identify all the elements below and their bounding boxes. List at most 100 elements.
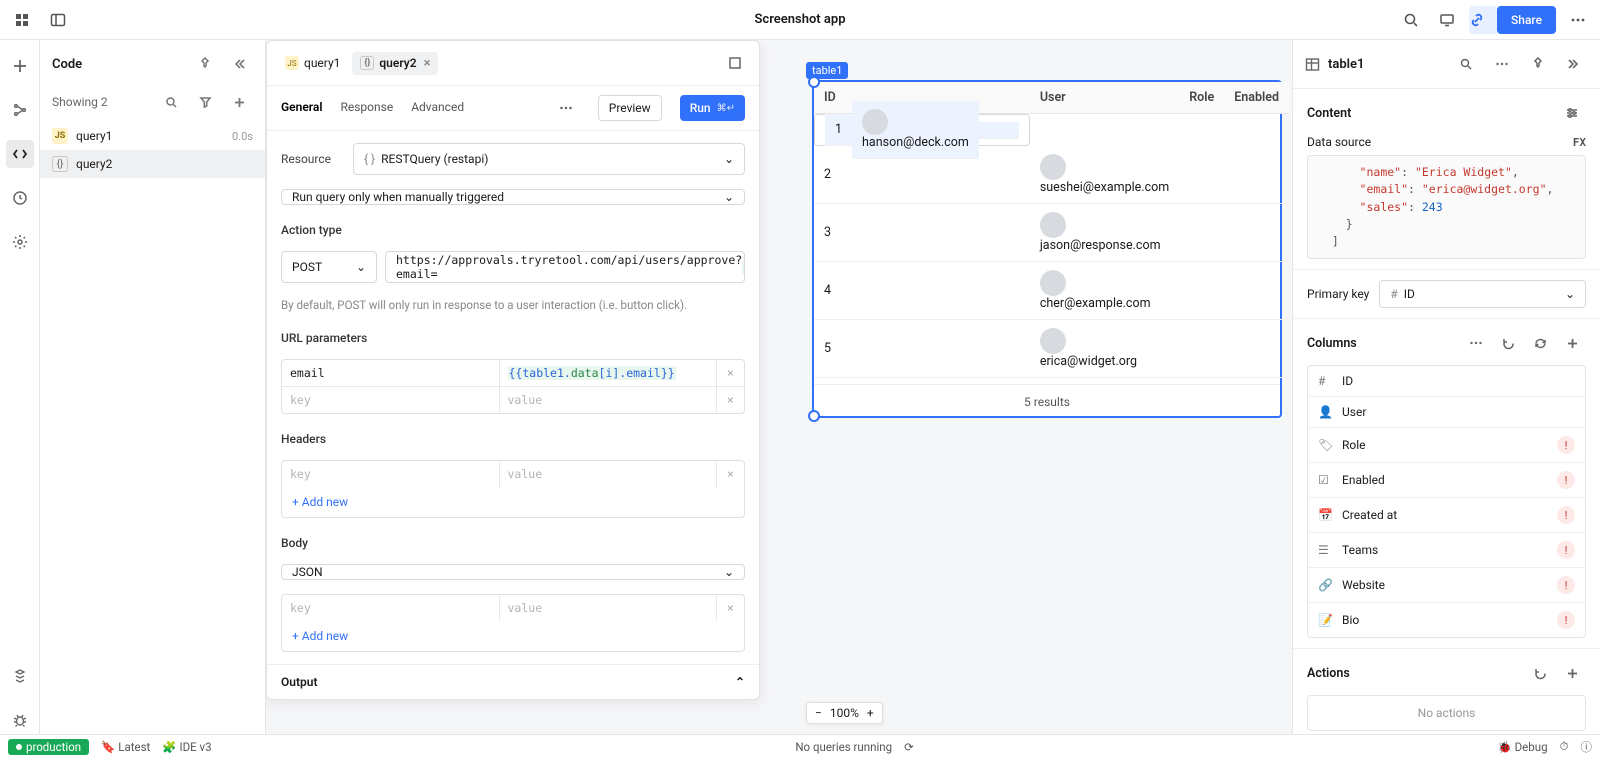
data-source-label: Data source xyxy=(1307,135,1371,149)
subtab-advanced[interactable]: Advanced xyxy=(411,100,464,116)
content-settings-icon[interactable] xyxy=(1558,99,1586,127)
present-icon[interactable] xyxy=(1433,6,1461,34)
subtab-response[interactable]: Response xyxy=(340,100,393,116)
add-query-icon[interactable] xyxy=(225,88,253,116)
calendar-icon: 📅 xyxy=(1318,508,1332,522)
search-queries-icon[interactable] xyxy=(157,88,185,116)
table-row[interactable]: 1hanson@deck.com xyxy=(814,114,1030,146)
table-row[interactable]: 4cher@example.com xyxy=(814,262,1289,320)
code-item-query2[interactable]: {}query2 xyxy=(40,150,265,178)
release-selector[interactable]: 🔖 Latest xyxy=(101,740,150,754)
more-inspector-icon[interactable] xyxy=(1488,50,1516,78)
add-action-icon[interactable] xyxy=(1558,659,1586,687)
remove-row-icon[interactable]: × xyxy=(716,595,744,621)
warning-icon: ! xyxy=(1557,506,1575,524)
collapse-right-icon[interactable] xyxy=(1560,50,1588,78)
more-icon[interactable] xyxy=(1564,6,1592,34)
zoom-value: 100% xyxy=(830,706,859,720)
columns-refresh-icon[interactable] xyxy=(1526,329,1554,357)
column-role[interactable]: 🏷Role! xyxy=(1308,427,1585,462)
rail-code[interactable] xyxy=(6,140,34,168)
table-component[interactable]: IDUserRoleEnabled 1hanson@deck.com2suesh… xyxy=(812,80,1282,418)
rail-history[interactable] xyxy=(6,184,34,212)
share-button[interactable]: Share xyxy=(1497,6,1556,34)
code-item-query1[interactable]: JSquery10.0s xyxy=(40,122,265,150)
column-teams[interactable]: ☰Teams! xyxy=(1308,532,1585,567)
column-bio[interactable]: 📝Bio! xyxy=(1308,602,1585,637)
columns-more-icon[interactable] xyxy=(1462,329,1490,357)
preview-button[interactable]: Preview xyxy=(598,95,662,121)
column-created-at[interactable]: 📅Created at! xyxy=(1308,497,1585,532)
actions-empty: No actions xyxy=(1307,695,1586,731)
maximize-icon[interactable] xyxy=(721,49,749,77)
queries-refresh-icon[interactable]: ⟳ xyxy=(904,740,914,754)
collapse-left-icon[interactable] xyxy=(225,50,253,78)
help-icon[interactable]: ⓘ xyxy=(1581,739,1593,755)
copy-link-icon[interactable] xyxy=(1469,6,1497,34)
columns-reset-icon[interactable] xyxy=(1494,329,1522,357)
col-role[interactable]: Role xyxy=(1179,82,1224,114)
more-options-icon[interactable] xyxy=(552,94,580,122)
actions-refresh-icon[interactable] xyxy=(1526,659,1554,687)
chevron-down-icon: ⌄ xyxy=(724,152,734,166)
open-app-icon[interactable] xyxy=(8,6,36,34)
resource-label: Resource xyxy=(281,152,343,166)
url-input[interactable]: https://approvals.tryretool.com/api/user… xyxy=(385,251,745,283)
rail-component[interactable] xyxy=(6,662,34,690)
avatar xyxy=(862,109,888,135)
table-row[interactable]: 3jason@response.com xyxy=(814,204,1289,262)
primary-key-select[interactable]: # ID ⌄ xyxy=(1379,280,1586,308)
add-header-button[interactable]: + Add new xyxy=(282,487,744,517)
col-enabled[interactable]: Enabled xyxy=(1224,82,1289,114)
rail-debug[interactable] xyxy=(6,706,34,734)
fx-toggle[interactable]: FX xyxy=(1573,136,1586,149)
rail-add[interactable] xyxy=(6,52,34,80)
link-icon: 🔗 xyxy=(1318,578,1332,592)
body-type-select[interactable]: JSON⌄ xyxy=(281,564,745,580)
param-key[interactable]: email xyxy=(282,360,500,386)
remove-row-icon[interactable]: × xyxy=(716,387,744,413)
param-value[interactable]: {{table1.data[i].email}} xyxy=(500,360,717,386)
add-column-icon[interactable] xyxy=(1558,329,1586,357)
pin-inspector-icon[interactable] xyxy=(1524,50,1552,78)
url-params-label: URL parameters xyxy=(281,331,745,345)
zoom-out-button[interactable]: − xyxy=(815,706,822,720)
rail-tree[interactable] xyxy=(6,96,34,124)
body-label: Body xyxy=(281,536,745,550)
subtab-general[interactable]: General xyxy=(281,100,322,116)
run-button[interactable]: Run ⌘↵ xyxy=(680,95,745,121)
remove-row-icon[interactable]: × xyxy=(716,360,744,386)
zoom-in-button[interactable]: + xyxy=(867,706,874,720)
chevron-up-icon[interactable]: ⌃ xyxy=(735,675,745,689)
add-body-button[interactable]: + Add new xyxy=(282,621,744,651)
search-inspector-icon[interactable] xyxy=(1452,50,1480,78)
user-icon: 👤 xyxy=(1318,405,1332,419)
environment-badge[interactable]: production xyxy=(8,739,89,755)
ide-version[interactable]: 🧩 IDE v3 xyxy=(162,740,211,754)
avatar xyxy=(1040,212,1066,238)
col-user[interactable]: User xyxy=(1030,82,1179,114)
resource-select[interactable]: { }RESTQuery (restapi) ⌄ xyxy=(353,143,745,175)
column-id[interactable]: #ID xyxy=(1308,366,1585,396)
hash-icon: # xyxy=(1318,374,1332,388)
table-row[interactable]: 5erica@widget.org xyxy=(814,320,1289,378)
debug-button[interactable]: 🐞 Debug xyxy=(1497,740,1547,754)
search-icon[interactable] xyxy=(1397,6,1425,34)
rail-settings[interactable] xyxy=(6,228,34,256)
filter-icon[interactable] xyxy=(191,88,219,116)
editor-tab-query1[interactable]: JSquery1 xyxy=(277,52,348,74)
warning-icon: ! xyxy=(1557,541,1575,559)
trigger-mode-select[interactable]: Run query only when manually triggered ⌄ xyxy=(281,189,745,205)
pin-icon[interactable] xyxy=(191,50,219,78)
headers-label: Headers xyxy=(281,432,745,446)
close-tab-icon[interactable]: × xyxy=(424,56,431,71)
column-user[interactable]: 👤User xyxy=(1308,396,1585,427)
toggle-panels-icon[interactable] xyxy=(44,6,72,34)
data-source-editor[interactable]: "name": "Erica Widget", "email": "erica@… xyxy=(1307,155,1586,259)
remove-row-icon[interactable]: × xyxy=(716,461,744,487)
history-count-icon[interactable]: ⏱ xyxy=(1560,739,1569,754)
column-enabled[interactable]: ☑Enabled! xyxy=(1308,462,1585,497)
column-website[interactable]: 🔗Website! xyxy=(1308,567,1585,602)
editor-tab-query2[interactable]: {}query2× xyxy=(352,52,438,75)
method-select[interactable]: POST⌄ xyxy=(281,251,377,283)
